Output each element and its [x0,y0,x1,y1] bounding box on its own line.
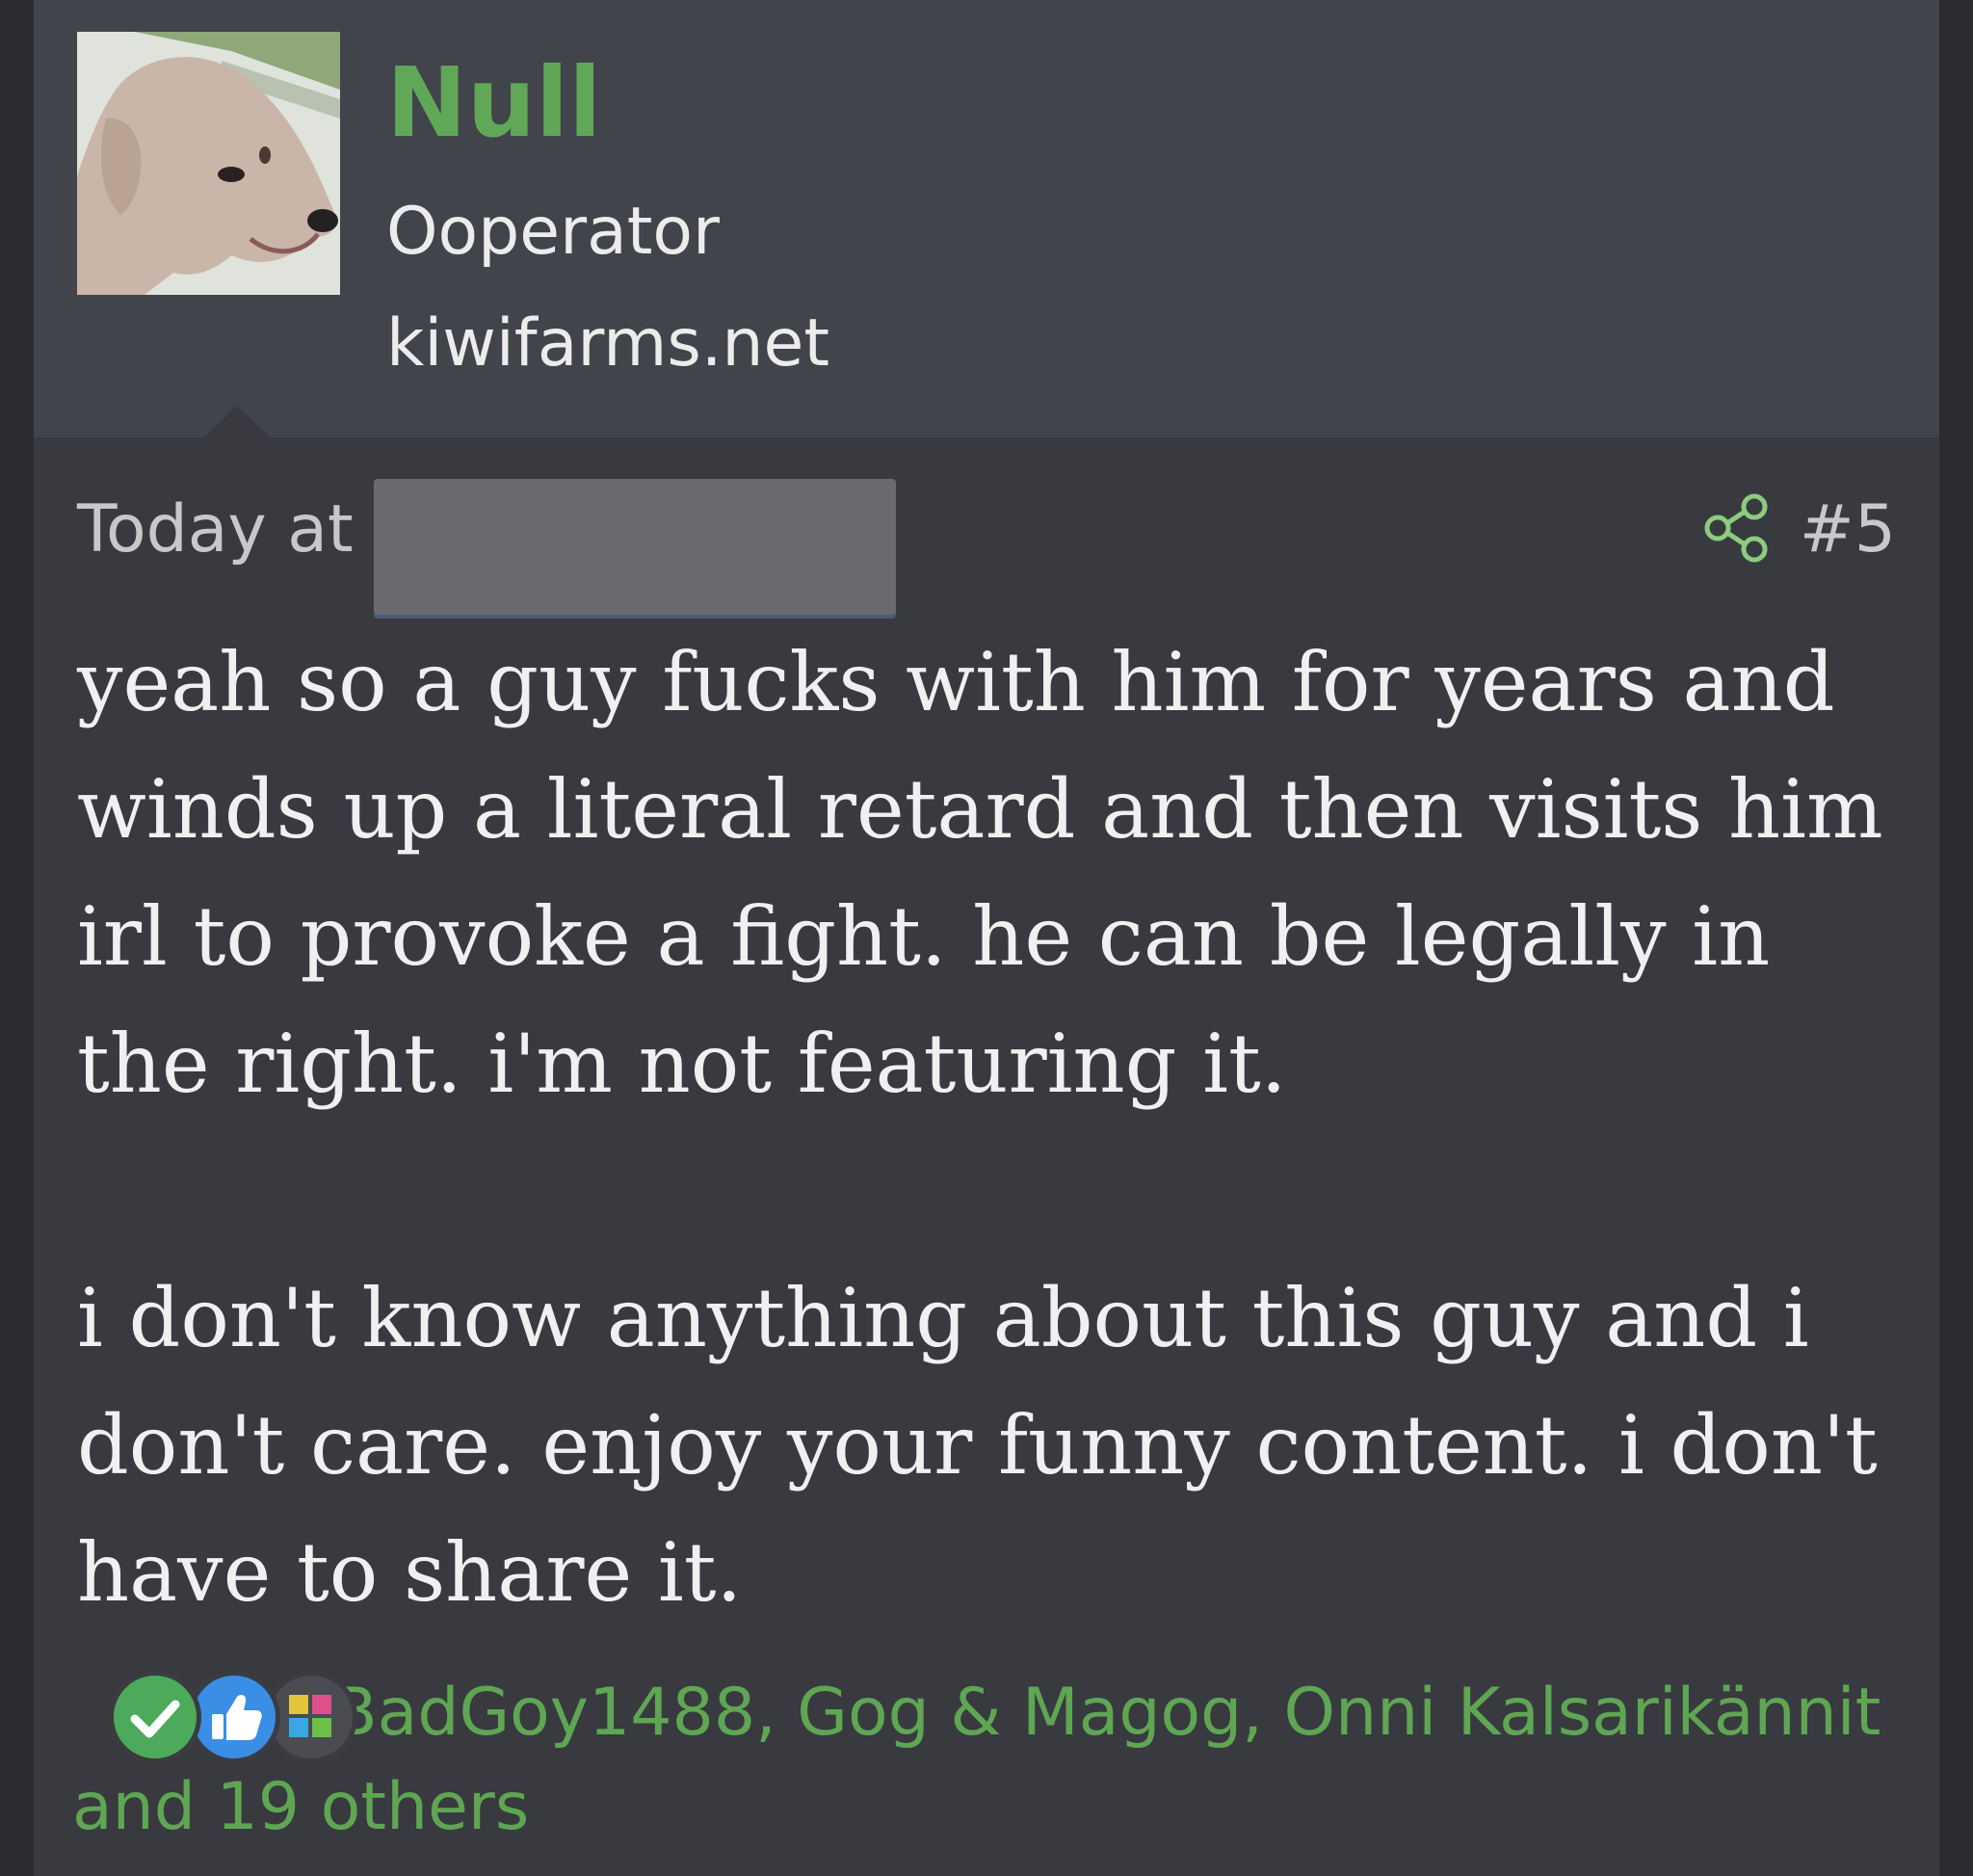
user-block-arrow [202,406,272,438]
post-body: yeah so a guy fucks with him for years a… [77,619,1907,1636]
post-number-link[interactable]: #5 [1800,487,1896,573]
check-reaction-icon [109,1671,201,1763]
user-site: kiwifarms.net [386,305,830,382]
reaction-users[interactable]: BadGoy1488, Gog & Magog, Onni Kalsarikän… [332,1675,1881,1751]
reaction-others[interactable]: and 19 others [72,1769,529,1845]
post-paragraph: i don't know anything about this guy and… [77,1271,1904,1620]
reactions-bar[interactable]: BadGoy1488, Gog & Magog, Onni Kalsarikän… [72,1665,1922,1855]
reaction-icons[interactable] [72,1665,357,1763]
dog-avatar-icon [77,32,340,295]
user-title: Ooperator [386,194,720,270]
avatar[interactable] [77,32,340,295]
username[interactable]: Null [386,40,601,166]
share-icon[interactable] [1698,489,1776,567]
page: Null Ooperator kiwifarms.net Today at #5… [0,0,1973,1876]
like-reaction-icon [188,1671,280,1763]
redacted-time [374,479,896,615]
user-block: Null Ooperator kiwifarms.net [34,0,1939,438]
post-date-label[interactable]: Today at [77,487,354,573]
forum-post: Null Ooperator kiwifarms.net Today at #5… [34,0,1939,1876]
post-paragraph: yeah so a guy fucks with him for years a… [77,635,1909,1111]
